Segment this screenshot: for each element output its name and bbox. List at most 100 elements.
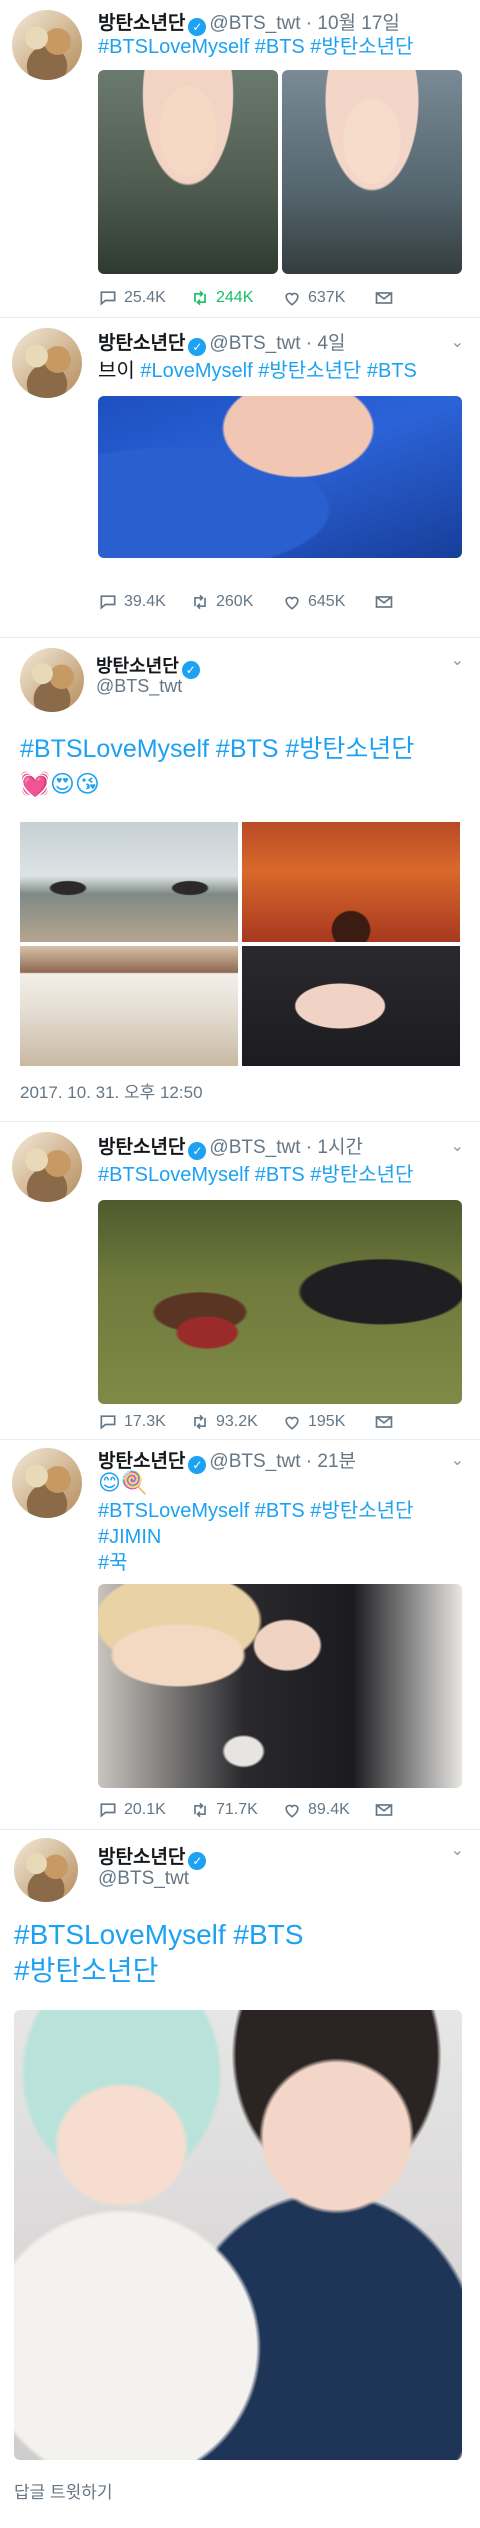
tweet-text[interactable]: 브이 #LoveMyself #방탄소년단 #BTS: [98, 358, 417, 384]
author-handle[interactable]: @BTS_twt: [209, 333, 300, 354]
chevron-down-icon[interactable]: ⌄: [451, 332, 464, 352]
author-handle[interactable]: @BTS_twt: [209, 1451, 300, 1472]
reply-icon: [100, 1415, 116, 1430]
reply-prompt[interactable]: 답글 트윗하기: [14, 2478, 113, 2503]
retweet-button[interactable]: 93.2K: [190, 1412, 282, 1432]
tweet-text[interactable]: #BTSLoveMyself #BTS #방탄소년단: [98, 1162, 413, 1188]
reply-button[interactable]: 39.4K: [98, 592, 190, 612]
reply-icon: [100, 595, 116, 610]
author-name[interactable]: 방탄소년단: [98, 13, 185, 34]
retweet-count: 93.2K: [216, 1413, 258, 1430]
author-handle[interactable]: @BTS_twt: [96, 676, 182, 697]
tweet-3[interactable]: 방탄소년단 ✓ @BTS_twt ⌄ #BTSLoveMyself #BTS #방…: [0, 638, 480, 1122]
tweet-actions: 39.4K 260K 645K: [98, 592, 466, 612]
tweet-header: 방탄소년단 ✓ @BTS_twt · 4일: [98, 328, 345, 356]
reply-count: 17.3K: [124, 1413, 166, 1430]
tweet-text-line-2[interactable]: #JIMIN: [98, 1524, 161, 1550]
verified-icon: ✓: [188, 1456, 207, 1474]
tweet-time[interactable]: · 10월 17일: [306, 13, 400, 34]
tweet-5[interactable]: 방탄소년단 ✓ @BTS_twt · 21분 ⌄ 😊🍭 #BTSLoveMyself…: [0, 1440, 480, 1830]
reply-button[interactable]: 17.3K: [98, 1412, 190, 1432]
tweet-photo-3[interactable]: [20, 946, 238, 1066]
retweet-icon: [194, 594, 206, 610]
tweet-4[interactable]: 방탄소년단 ✓ @BTS_twt · 1시간 ⌄ #BTSLoveMyself #B…: [0, 1122, 480, 1440]
tweet-photo[interactable]: [98, 1200, 462, 1404]
tweet-text-line-2[interactable]: #방탄소년단: [14, 1954, 158, 1988]
dm-button[interactable]: [374, 592, 466, 612]
like-button[interactable]: 89.4K: [282, 1800, 374, 1820]
author-handle[interactable]: @BTS_twt: [209, 13, 300, 34]
tweet-text-line-3[interactable]: #꾹: [98, 1550, 128, 1576]
tweet-photo-1[interactable]: [98, 70, 278, 274]
tweet-actions: 17.3K 93.2K 195K: [98, 1412, 466, 1432]
retweet-icon: [194, 1802, 206, 1818]
author-name[interactable]: 방탄소년단: [96, 656, 179, 676]
tweet-text-hashtags[interactable]: #LoveMyself #방탄소년단 #BTS: [140, 360, 417, 382]
tweet-photo-4[interactable]: [242, 946, 460, 1066]
tweet-1[interactable]: 방탄소년단 ✓ @BTS_twt · 10월 17일 #BTSLoveMyself …: [0, 0, 480, 318]
reply-button[interactable]: 25.4K: [98, 288, 190, 308]
reply-icon: [100, 291, 116, 306]
chevron-down-icon[interactable]: ⌄: [451, 650, 464, 670]
chevron-down-icon[interactable]: ⌄: [451, 1450, 464, 1470]
reply-button[interactable]: 20.1K: [98, 1800, 190, 1820]
author-name[interactable]: 방탄소년단: [98, 1137, 185, 1158]
envelope-icon: [375, 1416, 393, 1428]
like-button[interactable]: 195K: [282, 1412, 374, 1432]
tweet-text-line-1[interactable]: #BTSLoveMyself #BTS #방탄소년단: [98, 1498, 413, 1524]
tweet-time[interactable]: · 4일: [306, 333, 346, 354]
tweet-text[interactable]: #BTSLoveMyself #BTS #방탄소년단: [98, 34, 413, 60]
author-handle[interactable]: @BTS_twt: [209, 1137, 300, 1158]
tweet-6[interactable]: 방탄소년단 ✓ @BTS_twt ⌄ #BTSLoveMyself #BTS #방…: [0, 1830, 480, 2528]
tweet-header: 방탄소년단 ✓: [96, 652, 203, 679]
avatar[interactable]: [12, 10, 82, 80]
avatar[interactable]: [20, 648, 84, 712]
tweet-text-line-1[interactable]: #BTSLoveMyself #BTS: [14, 1918, 303, 1952]
tweet-photo[interactable]: [98, 1584, 462, 1788]
tweet-photo[interactable]: [14, 2010, 462, 2460]
tweet-header: 방탄소년단 ✓ @BTS_twt · 1시간: [98, 1132, 363, 1160]
avatar[interactable]: [14, 1838, 78, 1902]
retweet-count: 71.7K: [216, 1801, 258, 1818]
tweet-photo[interactable]: [98, 396, 462, 558]
retweet-count: 260K: [216, 593, 254, 610]
tweet-time[interactable]: · 1시간: [306, 1137, 363, 1158]
retweet-count: 244K: [216, 289, 254, 306]
dm-button[interactable]: [374, 288, 466, 308]
heart-icon: [285, 292, 299, 306]
reply-count: 20.1K: [124, 1801, 166, 1818]
dm-button[interactable]: [374, 1412, 466, 1432]
author-name[interactable]: 방탄소년단: [98, 333, 185, 354]
tweet-photo-2[interactable]: [282, 70, 462, 274]
author-handle[interactable]: @BTS_twt: [98, 1868, 189, 1890]
tweet-photo-2[interactable]: [242, 822, 460, 942]
envelope-icon: [375, 1804, 393, 1816]
retweet-button[interactable]: 71.7K: [190, 1800, 282, 1820]
tweet-2[interactable]: 방탄소년단 ✓ @BTS_twt · 4일 ⌄ 브이 #LoveMyself #방탄…: [0, 318, 480, 638]
like-button[interactable]: 637K: [282, 288, 374, 308]
author-name[interactable]: 방탄소년단: [98, 1847, 185, 1868]
author-name[interactable]: 방탄소년단: [98, 1451, 185, 1472]
tweet-actions: 20.1K 71.7K 89.4K: [98, 1800, 466, 1820]
chevron-down-icon[interactable]: ⌄: [451, 1840, 464, 1860]
tweet-photo-1[interactable]: [20, 822, 238, 942]
avatar[interactable]: [12, 1448, 82, 1518]
tweet-text-plain: 브이: [98, 360, 141, 382]
retweet-icon: [194, 1414, 206, 1430]
dm-button[interactable]: [374, 1800, 466, 1820]
tweet-text[interactable]: #BTSLoveMyself #BTS #방탄소년단: [20, 732, 414, 766]
retweet-button[interactable]: 260K: [190, 592, 282, 612]
like-count: 637K: [308, 289, 346, 306]
avatar[interactable]: [12, 328, 82, 398]
like-button[interactable]: 645K: [282, 592, 374, 612]
retweet-button[interactable]: 244K: [190, 288, 282, 308]
tweet-actions: 25.4K 244K 637K: [98, 288, 466, 308]
tweet-header: 방탄소년단 ✓ @BTS_twt · 10월 17일: [98, 8, 400, 36]
tweet-header: 방탄소년단 ✓: [98, 1842, 209, 1870]
avatar[interactable]: [12, 1132, 82, 1202]
tweet-timestamp[interactable]: 2017. 10. 31. 오후 12:50: [20, 1078, 203, 1103]
reply-count: 39.4K: [124, 593, 166, 610]
verified-icon: ✓: [181, 661, 200, 679]
tweet-time[interactable]: · 21분: [306, 1451, 356, 1472]
chevron-down-icon[interactable]: ⌄: [451, 1136, 464, 1156]
